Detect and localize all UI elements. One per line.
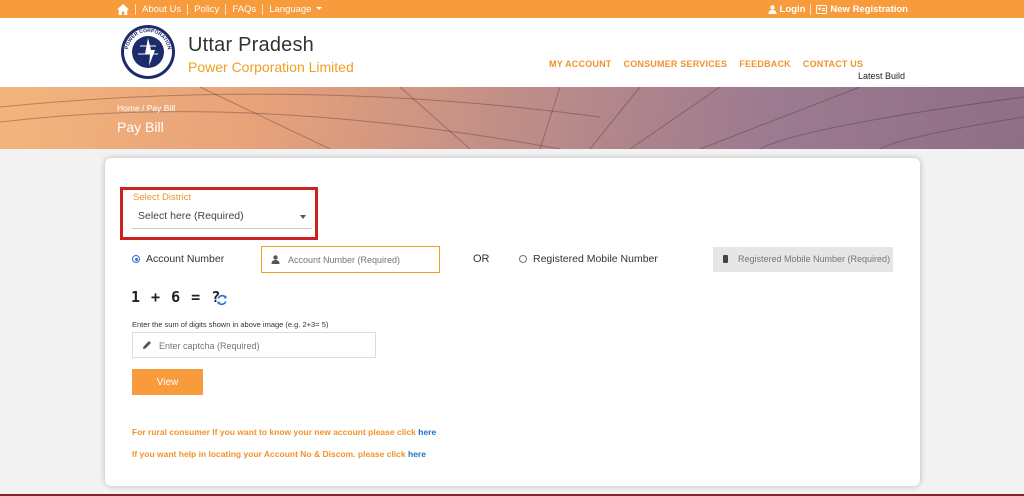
id-card-icon [816,4,828,14]
uppcl-logo[interactable]: POWER CORPORATION LIMITED [120,24,176,80]
phone-icon [723,255,728,263]
rural-consumer-text: For rural consumer If you want to know y… [132,427,416,437]
home-icon[interactable] [117,3,129,15]
radio-account-number[interactable]: Account Number [132,253,224,265]
caret-down-icon [316,7,323,11]
account-number-field[interactable] [261,246,440,273]
page-banner: Home / Pay Bill Pay Bill [0,87,1024,149]
rural-consumer-here-link[interactable]: here [418,427,436,437]
language-label: Language [269,3,312,15]
radio-unselected-icon [519,255,527,263]
account-links: Login New Registration [768,0,908,18]
main-nav: MY ACCOUNT CONSUMER SERVICES FEEDBACK CO… [549,59,863,69]
district-label: Select District [133,192,192,203]
nav-my-account[interactable]: MY ACCOUNT [549,59,612,69]
brand-subtitle: Power Corporation Limited [188,59,354,75]
language-dropdown[interactable]: Language [262,3,328,15]
policy-link[interactable]: Policy [187,3,225,15]
new-registration-link[interactable]: New Registration [816,4,908,15]
latest-build-label: Latest Build [858,71,906,81]
breadcrumb[interactable]: Home / Pay Bill [117,103,175,113]
top-links: About Us Policy FAQs Language [117,0,328,18]
nav-feedback[interactable]: FEEDBACK [739,59,791,69]
login-link[interactable]: Login [768,3,806,15]
login-label: Login [779,3,806,15]
user-icon [271,255,280,264]
brand-title: Uttar Pradesh [188,34,314,56]
locate-account-here-link[interactable]: here [408,449,426,459]
about-us-link[interactable]: About Us [135,3,187,15]
locate-account-note: If you want help in locating your Accoun… [132,449,426,459]
captcha-image: 1 + 6 = ? [131,288,222,306]
district-select-value: Select here (Required) [138,210,244,222]
or-separator: OR [473,253,490,265]
power-lines-decoration [0,87,1024,149]
top-bar: About Us Policy FAQs Language Login New … [0,0,1024,18]
locate-account-text: If you want help in locating your Accoun… [132,449,406,459]
district-select[interactable]: Select here (Required) [132,205,312,229]
captcha-hint: Enter the sum of digits shown in above i… [132,320,329,329]
page-title: Pay Bill [117,119,164,135]
radio-selected-icon [132,255,140,263]
view-button[interactable]: View [132,369,203,395]
mobile-number-input[interactable] [738,254,890,264]
refresh-icon[interactable] [216,294,228,306]
radio-account-label: Account Number [146,253,225,265]
nav-contact-us[interactable]: CONTACT US [803,59,863,69]
rural-consumer-note: For rural consumer If you want to know y… [132,427,436,437]
user-icon [768,4,777,14]
radio-mobile-number[interactable]: Registered Mobile Number [519,253,658,265]
nav-consumer-services[interactable]: CONSUMER SERVICES [624,59,728,69]
new-registration-label: New Registration [830,3,908,15]
account-number-input[interactable] [288,255,436,265]
captcha-field[interactable] [132,332,376,358]
site-header: POWER CORPORATION LIMITED Uttar Pradesh … [0,18,1024,87]
divider [810,3,812,15]
caret-down-icon [300,215,306,219]
pencil-icon [143,341,151,349]
radio-mobile-label: Registered Mobile Number [533,253,658,265]
captcha-input[interactable] [159,341,369,351]
faqs-link[interactable]: FAQs [225,3,262,15]
mobile-number-field[interactable] [713,247,893,272]
